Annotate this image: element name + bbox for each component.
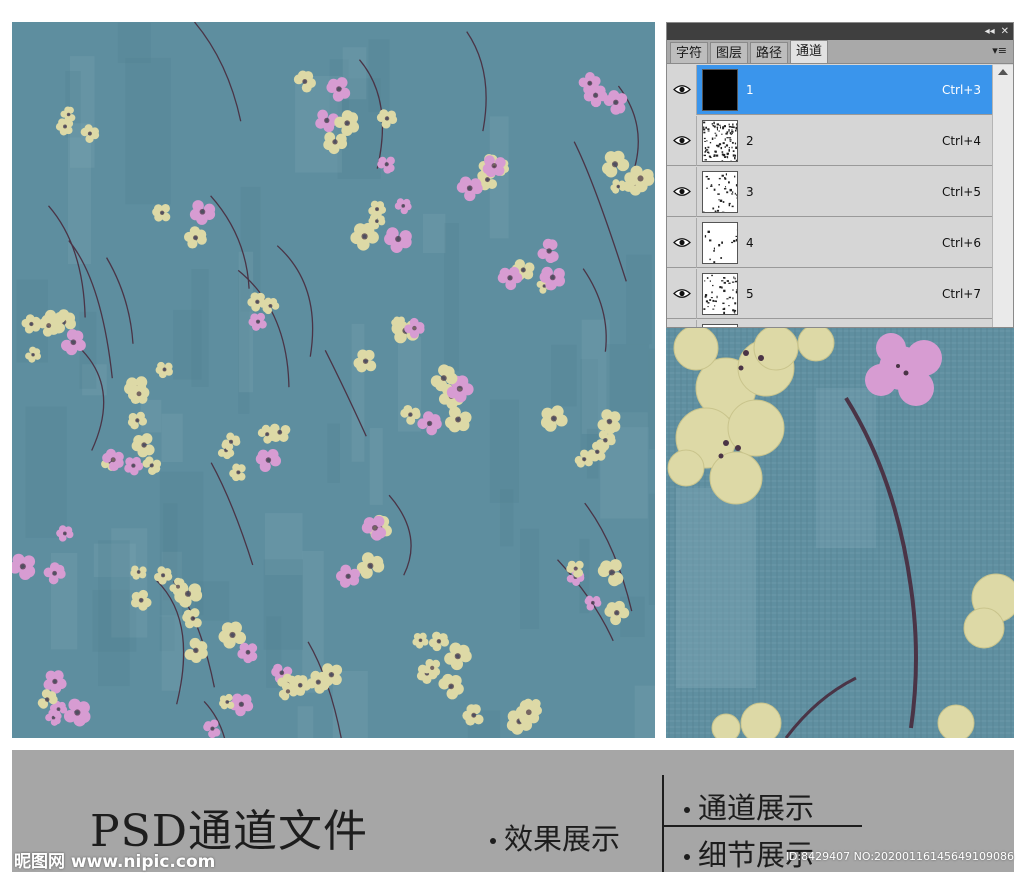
visibility-toggle[interactable] (667, 268, 697, 319)
eye-icon (672, 238, 691, 247)
channel-name: 2 (746, 133, 754, 148)
channel-shortcut: Ctrl+7 (941, 286, 981, 301)
channel-shortcut: Ctrl+6 (941, 235, 981, 250)
channel-row[interactable] (667, 319, 993, 327)
panel-scrollbar[interactable] (992, 65, 1013, 327)
channel-row[interactable]: 4 Ctrl+6 (667, 217, 993, 268)
channel-name: 5 (746, 286, 754, 301)
tab-paths[interactable]: 路径 (750, 42, 789, 63)
channel-thumbnail (702, 272, 738, 315)
image-id: ID:8429407 NO:20200116145649109086 (785, 850, 1014, 863)
bullet-icon (684, 854, 690, 860)
visibility-toggle[interactable] (667, 217, 697, 268)
eye-icon (672, 187, 691, 196)
close-icon[interactable]: ✕ (1001, 23, 1009, 40)
tab-layers[interactable]: 图层 (710, 42, 749, 63)
channel-shortcut: Ctrl+4 (941, 133, 981, 148)
eye-icon (672, 289, 691, 298)
visibility-toggle[interactable] (667, 64, 697, 115)
channel-row[interactable]: 3 Ctrl+5 (667, 166, 993, 217)
visibility-toggle[interactable] (667, 319, 697, 327)
bullet-icon (490, 838, 496, 844)
panel-menu-icon[interactable]: ▾≡ (992, 44, 1007, 57)
caption-effect: 效果展示 (490, 816, 620, 858)
panel-tabs: 字符 图层 路径 通道 ▾≡ (667, 40, 1013, 64)
detail-preview (666, 328, 1014, 738)
pattern-preview (12, 22, 655, 738)
channels-panel: ◂◂ ✕ 字符 图层 路径 通道 ▾≡ 1 Ctrl+3 2 Ctrl+4 3 … (666, 22, 1014, 328)
caption-effect-label: 效果展示 (504, 822, 621, 856)
collapse-icon[interactable]: ◂◂ (985, 23, 995, 40)
channel-name: 4 (746, 235, 754, 250)
channel-row[interactable]: 2 Ctrl+4 (667, 115, 993, 166)
detail-pattern (666, 328, 1014, 738)
visibility-toggle[interactable] (667, 166, 697, 217)
scroll-up-icon[interactable] (998, 69, 1008, 75)
caption-channel-label: 通道展示 (698, 791, 815, 825)
tab-channels[interactable]: 通道 (790, 40, 829, 63)
channel-shortcut: Ctrl+5 (941, 184, 981, 199)
channel-shortcut: Ctrl+3 (941, 82, 981, 97)
eye-icon (672, 136, 691, 145)
channel-row[interactable]: 5 Ctrl+7 (667, 268, 993, 319)
floral-pattern (12, 22, 655, 738)
channel-name: 1 (746, 82, 754, 97)
eye-icon (672, 85, 691, 94)
channel-thumbnail (702, 170, 738, 213)
panel-titlebar: ◂◂ ✕ (667, 23, 1013, 40)
site-watermark: 昵图网 www.nipic.com (14, 852, 216, 872)
channel-row[interactable]: 1 Ctrl+3 (667, 64, 993, 115)
channel-thumbnail (702, 68, 738, 111)
channel-thumbnail (702, 221, 738, 264)
channel-list: 1 Ctrl+3 2 Ctrl+4 3 Ctrl+5 4 Ctrl+6 5 Ct… (667, 64, 1013, 327)
visibility-toggle[interactable] (667, 115, 697, 166)
divider-vertical (662, 775, 664, 872)
tab-character[interactable]: 字符 (670, 42, 709, 63)
channel-thumbnail (702, 119, 738, 162)
caption-channel: 通道展示 (684, 785, 814, 827)
channel-name: 3 (746, 184, 754, 199)
bullet-icon (684, 807, 690, 813)
